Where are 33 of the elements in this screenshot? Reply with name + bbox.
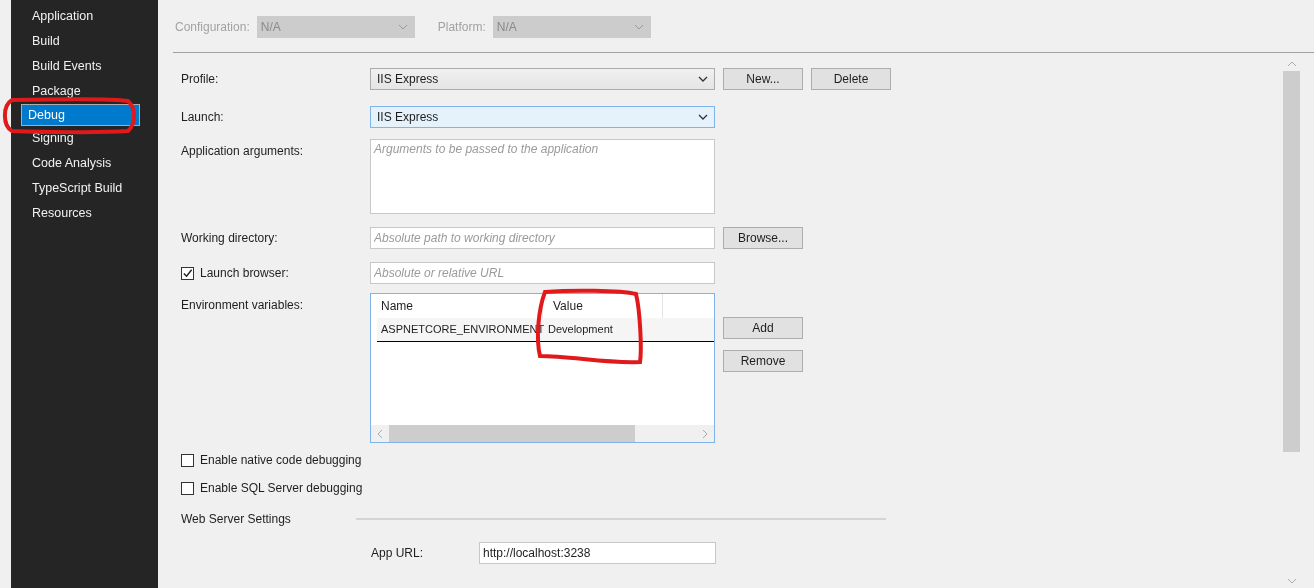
working-directory-field[interactable]: Absolute path to working directory [370, 227, 715, 249]
profile-label: Profile: [181, 71, 220, 88]
sidebar-item[interactable]: Build Events [21, 54, 140, 79]
sidebar-item[interactable]: Build [21, 29, 140, 54]
sidebar-item[interactable]: Package [21, 79, 140, 104]
sidebar-item[interactable]: TypeScript Build [21, 176, 140, 201]
profile-button[interactable]: Delete [811, 68, 891, 90]
working-directory-label: Working directory: [181, 230, 279, 247]
arguments-label: Application arguments: [181, 143, 305, 160]
profile-button[interactable]: New... [723, 68, 803, 90]
table-cell-text: Development [547, 322, 614, 337]
arguments-field[interactable]: Arguments to be passed to the application [370, 139, 715, 214]
variable-button[interactable]: Add [723, 317, 803, 339]
sidebar-item[interactable]: Code Analysis [21, 151, 140, 176]
sidebar-item[interactable]: Debug [21, 104, 140, 126]
sidebar-item[interactable]: Application [21, 4, 140, 29]
launch-label: Launch: [181, 109, 225, 126]
platform-label: Platform: [437, 20, 486, 34]
app-url-field[interactable]: http://localhost:3238 [479, 542, 716, 564]
app-url-label: App URL: [371, 546, 425, 560]
variable-button[interactable]: Remove [723, 350, 803, 372]
configuration-label: Configuration: [175, 20, 250, 34]
sidebar-item[interactable]: Resources [21, 201, 140, 226]
section-title: Web Server Settings [181, 512, 292, 526]
environment-variables-label: Environment variables: [181, 297, 305, 314]
sidebar-item[interactable]: Signing [21, 126, 140, 151]
option-label: Enable SQL Server debugging [200, 481, 363, 495]
browse-button[interactable]: Browse... [723, 227, 803, 249]
profile-dropdown[interactable]: IIS Express [370, 68, 715, 90]
url-field[interactable]: Absolute or relative URL [370, 262, 715, 284]
option-label: Enable native code debugging [200, 453, 362, 467]
launch-browser-label: Launch browser: [200, 265, 289, 282]
launch-dropdown[interactable]: IIS Express [370, 106, 715, 128]
